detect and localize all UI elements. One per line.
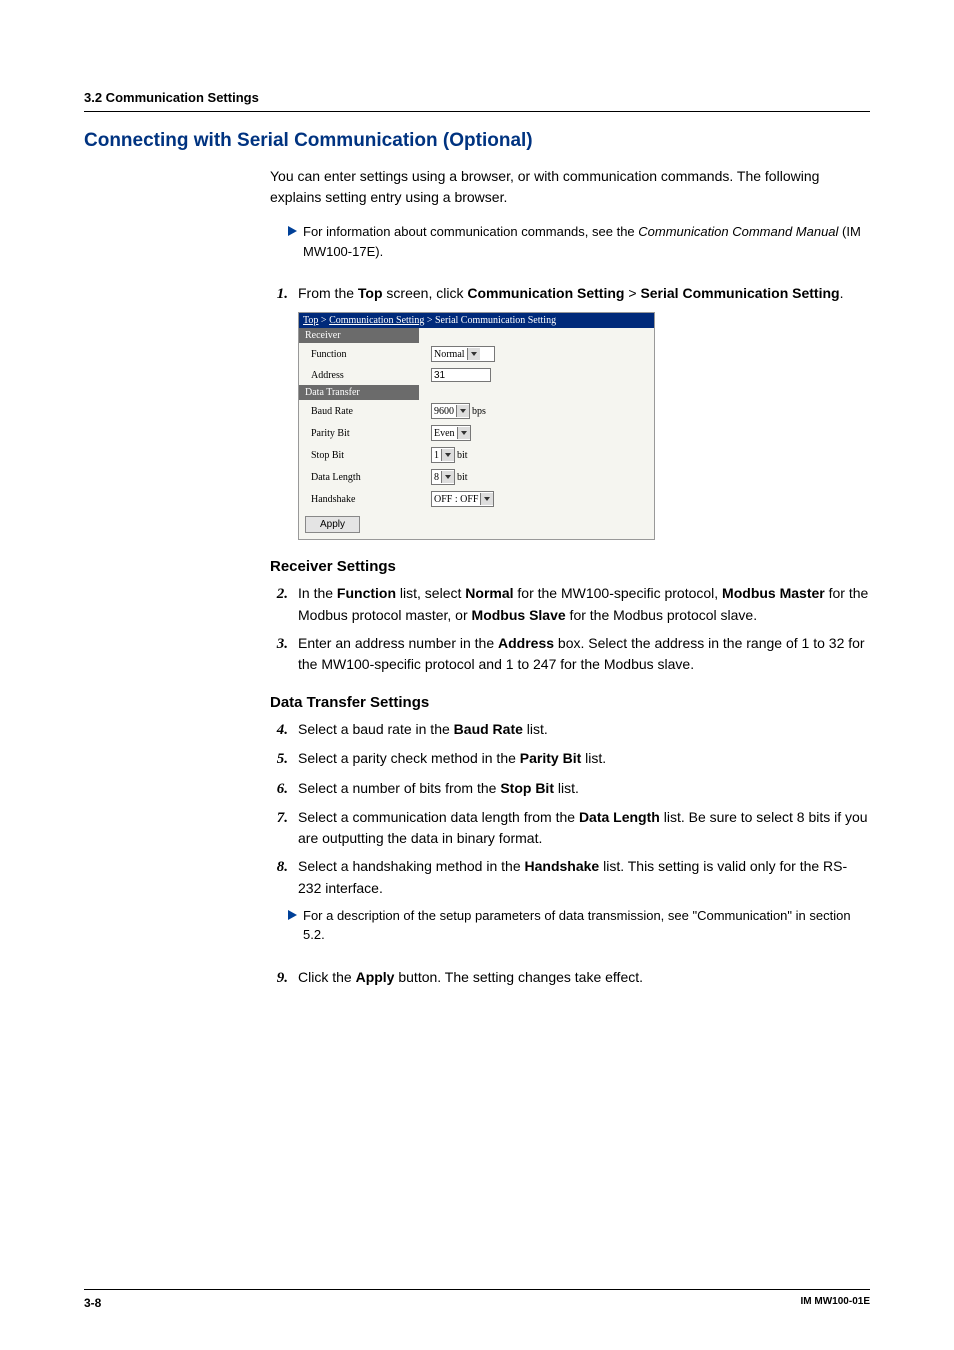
- function-select[interactable]: Normal: [431, 346, 495, 362]
- step-number: 3.: [270, 633, 288, 656]
- step-text: In the Function list, select Normal for …: [298, 583, 870, 626]
- baud-rate-select[interactable]: 9600: [431, 403, 470, 419]
- triangle-icon: [288, 910, 297, 920]
- stop-bit-select[interactable]: 1: [431, 447, 455, 463]
- step-text: Enter an address number in the Address b…: [298, 633, 870, 676]
- step-text: Select a parity check method in the Pari…: [298, 748, 870, 770]
- step-number: 6.: [270, 778, 288, 801]
- step-number: 9.: [270, 967, 288, 990]
- step-text: Click the Apply button. The setting chan…: [298, 967, 870, 989]
- label-stop-bit: Stop Bit: [299, 444, 419, 466]
- data-length-select[interactable]: 8: [431, 469, 455, 485]
- note-text: For information about communication comm…: [303, 222, 870, 261]
- chevron-down-icon[interactable]: [467, 348, 480, 360]
- unit-bit: bit: [457, 450, 468, 461]
- crumb-current: Serial Communication Setting: [435, 315, 556, 326]
- crumb-top[interactable]: Top: [303, 315, 318, 326]
- chevron-down-icon[interactable]: [480, 493, 493, 505]
- label-address: Address: [299, 365, 419, 385]
- unit-bit: bit: [457, 472, 468, 483]
- apply-button[interactable]: Apply: [305, 516, 360, 533]
- note-text: For a description of the setup parameter…: [303, 906, 870, 945]
- section-header: 3.2 Communication Settings: [84, 90, 870, 112]
- label-data-length: Data Length: [299, 466, 419, 488]
- chevron-down-icon[interactable]: [457, 427, 470, 439]
- step-text: Select a number of bits from the Stop Bi…: [298, 778, 870, 800]
- label-parity-bit: Parity Bit: [299, 422, 419, 444]
- step-number: 8.: [270, 856, 288, 879]
- step-text: Select a handshaking method in the Hands…: [298, 856, 870, 899]
- address-input[interactable]: [431, 368, 491, 382]
- breadcrumb: Top > Communication Setting > Serial Com…: [299, 313, 654, 328]
- page-number: 3-8: [84, 1296, 101, 1310]
- section-receiver: Receiver: [299, 328, 419, 343]
- chevron-down-icon[interactable]: [456, 405, 469, 417]
- step-number: 4.: [270, 719, 288, 742]
- chevron-down-icon[interactable]: [441, 471, 454, 483]
- step-number: 2.: [270, 583, 288, 606]
- step-number: 5.: [270, 748, 288, 771]
- doc-id: IM MW100-01E: [801, 1296, 870, 1310]
- label-baud-rate: Baud Rate: [299, 400, 419, 422]
- label-handshake: Handshake: [299, 488, 419, 510]
- step-text: From the Top screen, click Communication…: [298, 283, 870, 305]
- step-text: Select a baud rate in the Baud Rate list…: [298, 719, 870, 741]
- triangle-icon: [288, 226, 297, 236]
- step-text: Select a communication data length from …: [298, 807, 870, 850]
- section-data-transfer: Data Transfer: [299, 385, 419, 400]
- unit-bps: bps: [472, 406, 486, 417]
- page-title: Connecting with Serial Communication (Op…: [84, 130, 870, 152]
- chevron-down-icon[interactable]: [441, 449, 454, 461]
- step-number: 7.: [270, 807, 288, 830]
- subhead-receiver: Receiver Settings: [270, 558, 870, 575]
- intro-text: You can enter settings using a browser, …: [270, 166, 870, 208]
- parity-bit-select[interactable]: Even: [431, 425, 471, 441]
- handshake-select[interactable]: OFF : OFF: [431, 491, 494, 507]
- screenshot-panel: Top > Communication Setting > Serial Com…: [298, 312, 655, 540]
- subhead-transfer: Data Transfer Settings: [270, 694, 870, 711]
- crumb-comm-setting[interactable]: Communication Setting: [329, 315, 424, 326]
- step-number: 1.: [270, 283, 288, 306]
- label-function: Function: [299, 343, 419, 365]
